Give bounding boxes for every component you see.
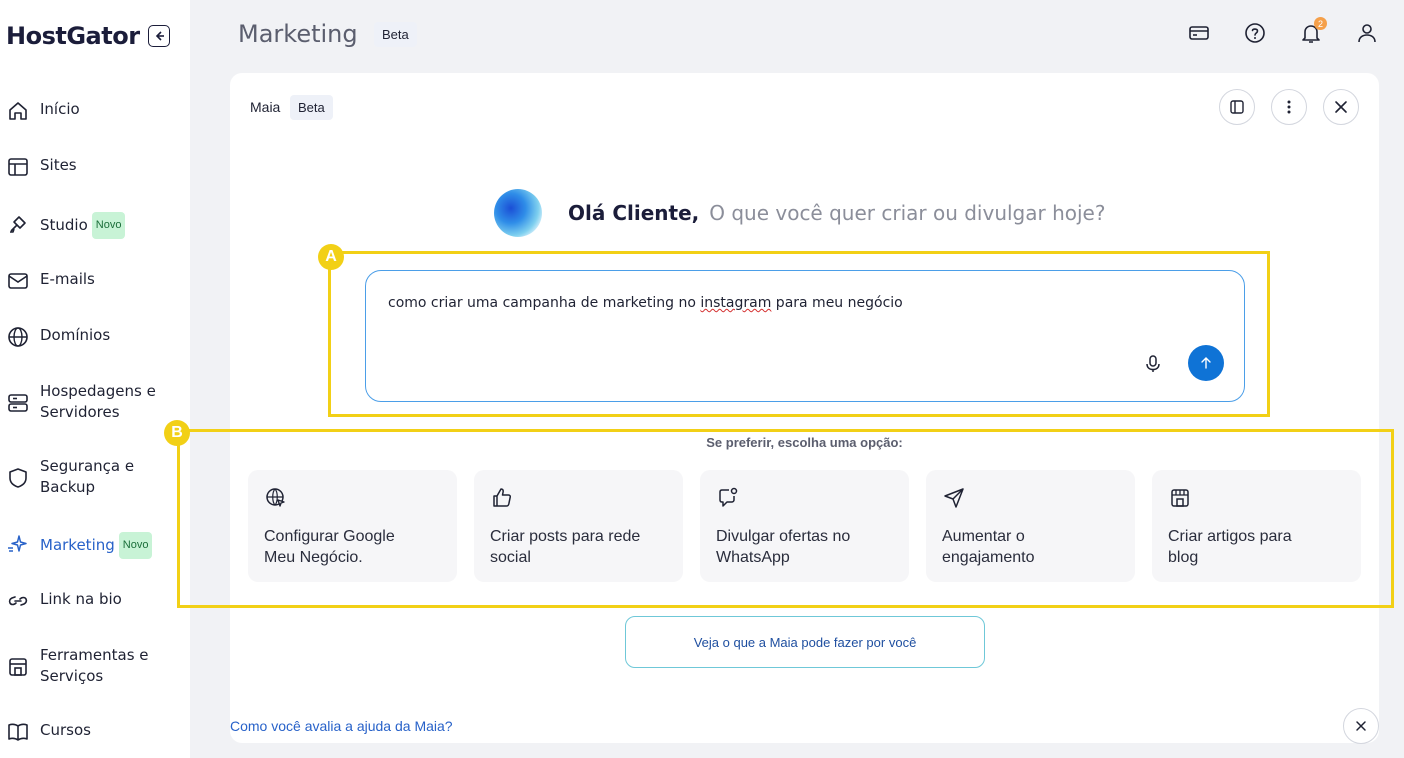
sidebar-item-label: Studio (40, 216, 88, 234)
sidebar-item-marketing[interactable]: Marketing Novo (6, 532, 153, 559)
sidebar-item-label: Início (40, 100, 80, 118)
toggle-sidebar-button[interactable] (1219, 89, 1255, 125)
mail-icon (8, 273, 28, 289)
more-vertical-icon (1287, 100, 1291, 114)
sidebar-item-studio[interactable]: Studio Novo (6, 212, 126, 239)
brand-logo[interactable]: HostGator (6, 22, 170, 50)
sidebar-item-emails[interactable]: E-mails (6, 269, 95, 293)
close-icon (1356, 721, 1366, 731)
assistant-name: Maia (250, 99, 281, 115)
close-icon (1335, 101, 1347, 113)
sparkle-icon (8, 535, 27, 552)
beta-badge: Beta (374, 22, 417, 47)
sidebar-item-label: Link na bio (40, 590, 122, 608)
annotation-box-b (177, 429, 1394, 608)
shield-icon (9, 468, 27, 488)
notifications-button[interactable]: 2 (1298, 17, 1327, 46)
sidebar-item-label: Backup (40, 478, 95, 496)
account-button[interactable] (1354, 20, 1380, 46)
annotation-marker-b: B (164, 420, 190, 446)
sidebar-item-link-na-bio[interactable]: Link na bio (6, 589, 122, 613)
annotation-marker-a: A (318, 244, 344, 270)
server-icon (8, 394, 28, 412)
sidebar-item-sites[interactable]: Sites (6, 155, 77, 179)
sidebar-item-ferramentas[interactable]: Ferramentas e Serviços (6, 645, 149, 687)
sidebar-item-label: Sites (40, 156, 77, 174)
credit-card-icon (1189, 26, 1209, 40)
panel-icon (1230, 100, 1244, 114)
help-icon (1245, 23, 1265, 43)
user-icon (1358, 24, 1376, 43)
home-icon (9, 102, 27, 120)
close-panel-button[interactable] (1323, 89, 1359, 125)
collapse-sidebar-icon[interactable] (147, 25, 170, 47)
maia-avatar (494, 189, 542, 237)
beta-badge: Beta (290, 95, 333, 120)
link-icon (8, 596, 28, 606)
greeting-question: O que você quer criar ou divulgar hoje? (709, 201, 1106, 225)
new-badge: Novo (118, 532, 153, 559)
sidebar-item-label: Domínios (40, 326, 111, 344)
dismiss-rating-button[interactable] (1343, 708, 1379, 744)
store-icon (9, 658, 27, 676)
sidebar-item-cursos[interactable]: Cursos (6, 720, 91, 744)
new-badge: Novo (91, 212, 126, 239)
sidebar-item-label: Hospedagens e (40, 382, 156, 400)
more-options-button[interactable] (1271, 89, 1307, 125)
brush-icon (10, 216, 26, 233)
sidebar: HostGator Início Sites Studio Novo E-mail… (0, 0, 190, 758)
annotation-box-a (328, 251, 1270, 417)
sidebar-item-label: Cursos (40, 721, 91, 739)
sidebar-item-label: Marketing (40, 536, 115, 554)
sidebar-item-label: Servidores (40, 403, 120, 421)
see-capabilities-button[interactable]: Veja o que a Maia pode fazer por você (625, 616, 985, 668)
sidebar-item-inicio[interactable]: Início (6, 99, 80, 123)
sidebar-item-dominios[interactable]: Domínios (6, 325, 110, 349)
sidebar-item-label: E-mails (40, 270, 95, 288)
brand-name: HostGator (6, 22, 140, 50)
sidebar-item-label: Segurança e (40, 457, 135, 475)
sidebar-item-seguranca[interactable]: Segurança e Backup (6, 456, 134, 498)
rate-help-link[interactable]: Como você avalia a ajuda da Maia? (230, 718, 453, 734)
layout-icon (8, 158, 28, 176)
sidebar-item-label: Ferramentas e (40, 646, 149, 664)
greeting: Olá Cliente, O que você quer criar ou div… (568, 200, 1105, 226)
sidebar-item-label: Serviços (40, 667, 104, 685)
greeting-name: Olá Cliente, (568, 201, 700, 225)
book-icon (8, 723, 28, 741)
help-button[interactable] (1242, 20, 1268, 46)
globe-icon (8, 327, 28, 347)
billing-button[interactable] (1186, 20, 1212, 46)
notification-count-badge: 2 (1314, 17, 1327, 30)
page-title: Marketing (238, 20, 358, 48)
sidebar-item-hospedagens[interactable]: Hospedagens e Servidores (6, 381, 156, 423)
